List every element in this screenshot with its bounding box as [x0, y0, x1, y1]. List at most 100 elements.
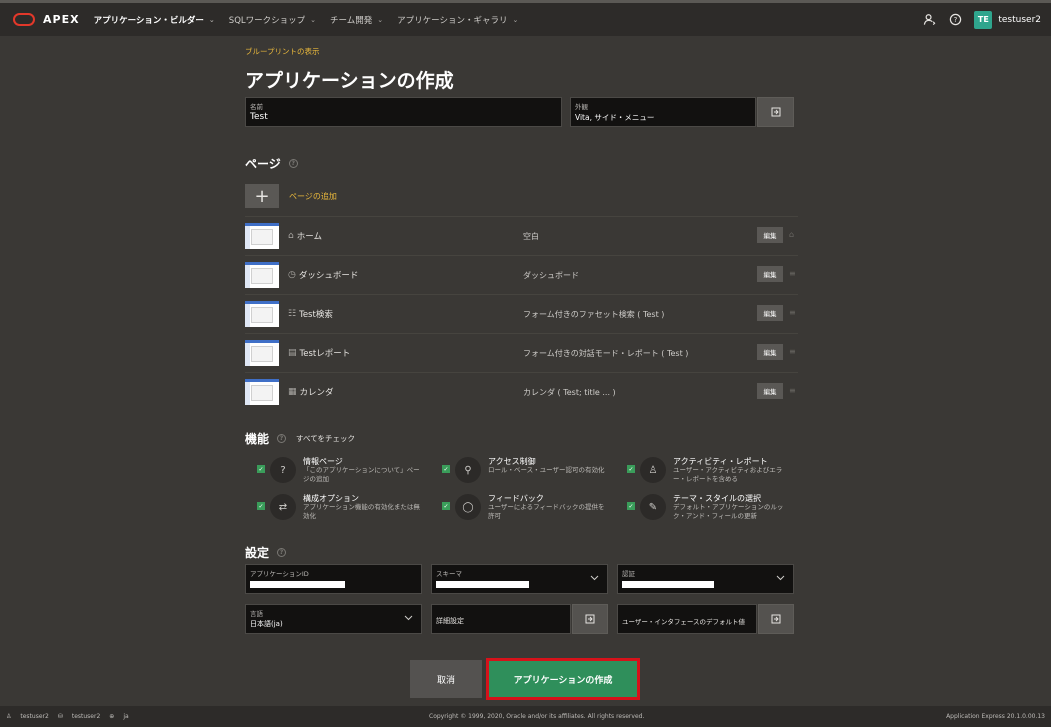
page-name[interactable]: ▦ カレンダ: [288, 386, 334, 398]
page-name[interactable]: ▤ Testレポート: [288, 347, 350, 359]
settings-section-title: 設定 ?: [245, 544, 287, 561]
top-navigation-bar: APEX アプリケーション・ビルダー ⌄ SQLワークショップ ⌄ チーム開発 ⌄ ア…: [0, 0, 1051, 36]
feature-checkbox[interactable]: ✓: [627, 502, 635, 510]
settings-title-label: 設定: [245, 546, 270, 560]
feature-about-page[interactable]: ✓ ? 情報ページ 「このアプリケーションについて」ページの追加: [245, 456, 425, 492]
drag-handle-icon[interactable]: ≡: [789, 308, 796, 317]
ui-defaults-label: ユーザー・インタフェースのデフォルト値: [622, 618, 746, 626]
popup-settings-icon: [771, 614, 781, 624]
appearance-settings-button[interactable]: [757, 97, 794, 127]
features-section-title: 機能 ? すべてをチェック: [245, 430, 355, 447]
app-name-field[interactable]: 名前 Test: [245, 97, 562, 127]
help-icon[interactable]: ?: [288, 159, 298, 168]
page-name-label: Test検索: [299, 310, 333, 320]
nav-sql-workshop[interactable]: SQLワークショップ ⌄: [229, 14, 316, 26]
brand-label[interactable]: APEX: [43, 13, 80, 26]
feature-description: 「このアプリケーションについて」ページの追加: [303, 466, 420, 483]
edit-page-button[interactable]: 編集: [757, 305, 783, 321]
page-name[interactable]: ☷ Test検索: [288, 308, 333, 320]
page-row[interactable]: ⌂ ホーム 空白 編集 ⌂: [245, 216, 798, 255]
chevron-down-icon: [590, 575, 599, 581]
chevron-down-icon: ⌄: [512, 15, 519, 24]
app-id-label: アプリケーションID: [250, 570, 309, 578]
chevron-down-icon: ⌄: [310, 15, 316, 24]
page-row[interactable]: ◷ ダッシュボード ダッシュボード 編集 ≡: [245, 255, 798, 294]
page-row[interactable]: ▤ Testレポート フォーム付きの対話モード・レポート ( Test ) 編集 …: [245, 333, 798, 372]
page-row[interactable]: ☷ Test検索 フォーム付きのファセット検索 ( Test ) 編集 ≡: [245, 294, 798, 333]
feature-description: アプリケーション機能の有効化または無効化: [303, 503, 420, 520]
dashboard-icon: ◷: [288, 270, 296, 280]
page-row[interactable]: ▦ カレンダ カレンダ ( Test; title ... ) 編集 ≡: [245, 372, 798, 411]
create-application-button[interactable]: アプリケーションの作成: [486, 658, 640, 700]
report-icon: ▤: [288, 348, 297, 358]
username-label[interactable]: testuser2: [998, 15, 1041, 25]
feature-theme-style-selection[interactable]: ✓ ✎ テーマ・スタイルの選択 デフォルト・アプリケーションのルック・アンド・フ…: [615, 493, 795, 529]
nav-app-builder[interactable]: アプリケーション・ビルダー ⌄: [94, 14, 215, 26]
feature-checkbox[interactable]: ✓: [442, 465, 450, 473]
footer-language[interactable]: ja: [123, 713, 128, 720]
key-icon: ⚲: [455, 457, 481, 483]
authentication-select[interactable]: 認証: [617, 564, 794, 594]
page-name[interactable]: ◷ ダッシュボード: [288, 269, 358, 281]
administration-icon[interactable]: [922, 13, 936, 27]
feature-checkbox[interactable]: ✓: [257, 502, 265, 510]
footer-user[interactable]: testuser2: [20, 713, 48, 720]
appearance-field[interactable]: 外観 Vita, サイド・メニュー: [570, 97, 756, 127]
ui-defaults-field[interactable]: ユーザー・インタフェースのデフォルト値: [617, 604, 757, 634]
language-select[interactable]: 言語 日本語(ja): [245, 604, 422, 634]
page-thumbnail: [245, 262, 279, 288]
cancel-button[interactable]: 取消: [410, 660, 482, 698]
help-icon[interactable]: ?: [277, 434, 287, 443]
nav-app-gallery[interactable]: アプリケーション・ギャラリ ⌄: [397, 14, 518, 26]
drag-handle-icon[interactable]: ≡: [789, 347, 796, 356]
add-page-control[interactable]: + ページの追加: [245, 184, 337, 208]
page-thumbnail: [245, 379, 279, 405]
feature-feedback[interactable]: ✓ ◯ フィードバック ユーザーによるフィードバックの提供を許可: [430, 493, 610, 529]
question-icon: ?: [270, 457, 296, 483]
footer-schema[interactable]: testuser2: [72, 713, 100, 720]
feature-description: ユーザー・アクティビティおよびエラー・レポートを含める: [673, 466, 783, 483]
nav-team-development[interactable]: チーム開発 ⌄: [330, 14, 383, 26]
ui-defaults-button[interactable]: [758, 604, 794, 634]
page-name-label: Testレポート: [299, 349, 351, 359]
page-type: フォーム付きの対話モード・レポート ( Test ): [523, 349, 689, 358]
edit-page-button[interactable]: 編集: [757, 227, 783, 243]
feature-access-control[interactable]: ✓ ⚲ アクセス制御 ロール・ベース・ユーザー認可の有効化: [430, 456, 610, 492]
app-name-value[interactable]: Test: [250, 112, 268, 122]
feature-checkbox[interactable]: ✓: [257, 465, 265, 473]
check-all-link[interactable]: すべてをチェック: [296, 433, 355, 444]
edit-page-button[interactable]: 編集: [757, 344, 783, 360]
avatar[interactable]: TE: [974, 10, 993, 29]
appearance-label: 外観: [575, 103, 588, 111]
add-page-button[interactable]: +: [245, 184, 279, 208]
edit-page-button[interactable]: 編集: [757, 383, 783, 399]
edit-page-button[interactable]: 編集: [757, 266, 783, 282]
copyright: Copyright © 1999, 2020, Oracle and/or it…: [429, 713, 645, 720]
feature-configuration-options[interactable]: ✓ ⇄ 構成オプション アプリケーション機能の有効化または無効化: [245, 493, 425, 529]
language-label: 言語: [250, 610, 263, 618]
feature-checkbox[interactable]: ✓: [627, 465, 635, 473]
feature-checkbox[interactable]: ✓: [442, 502, 450, 510]
add-page-label[interactable]: ページの追加: [289, 191, 337, 202]
brush-icon: ✎: [640, 494, 666, 520]
advanced-settings-field[interactable]: 詳細設定: [431, 604, 571, 634]
feature-activity-reporting[interactable]: ✓ ♙ アクティビティ・レポート ユーザー・アクティビティおよびエラー・レポート…: [615, 456, 795, 492]
page-type: フォーム付きのファセット検索 ( Test ): [523, 310, 665, 319]
pages-section-title: ページ ?: [245, 155, 298, 172]
page-name[interactable]: ⌂ ホーム: [288, 230, 322, 242]
view-blueprint-link[interactable]: ブループリントの表示: [245, 46, 320, 57]
advanced-settings-button[interactable]: [572, 604, 608, 634]
app-id-value[interactable]: [250, 581, 345, 588]
database-icon: ⛁: [57, 713, 63, 720]
schema-select[interactable]: スキーマ: [431, 564, 608, 594]
app-id-field[interactable]: アプリケーションID: [245, 564, 422, 594]
oracle-logo-icon[interactable]: [13, 13, 35, 26]
page-type: カレンダ ( Test; title ... ): [523, 388, 616, 397]
drag-handle-icon[interactable]: ≡: [789, 269, 796, 278]
authentication-label: 認証: [622, 570, 635, 578]
chevron-down-icon: ⌄: [208, 15, 215, 24]
drag-handle-icon[interactable]: ≡: [789, 386, 796, 395]
help-icon[interactable]: ?: [277, 548, 287, 557]
page-name-label: カレンダ: [299, 388, 334, 398]
help-icon[interactable]: ?: [948, 13, 962, 27]
